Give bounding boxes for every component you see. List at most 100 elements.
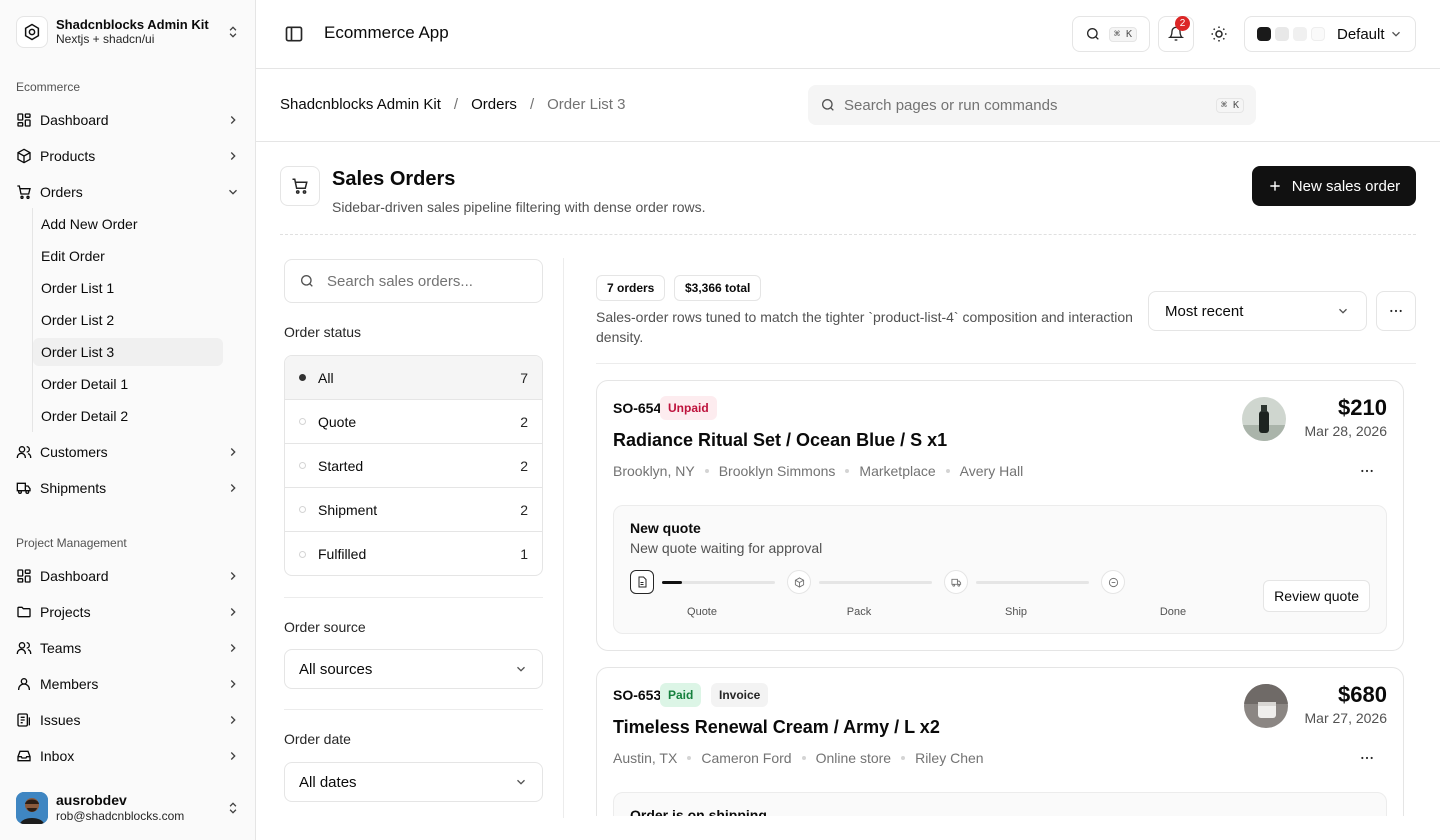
notifications-button[interactable]: 2 (1158, 16, 1194, 52)
meta-dot (687, 756, 692, 760)
sidebar-subitem-order-detail-2[interactable]: Order Detail 2 (33, 402, 223, 430)
users-icon (16, 640, 32, 656)
sidebar-item-customers[interactable]: Customers (8, 436, 248, 468)
app-title: Ecommerce App (324, 23, 449, 42)
sidebar-item-inbox[interactable]: Inbox (8, 740, 248, 772)
meta-dot (801, 756, 806, 760)
box-icon (16, 148, 32, 164)
sidebar-item-label: Members (40, 676, 99, 692)
search-icon (1085, 26, 1101, 42)
status-count: 2 (520, 457, 528, 474)
more-horizontal-icon[interactable] (1359, 750, 1375, 766)
sidebar-item-label: Projects (40, 604, 91, 620)
order-card[interactable]: SO-653 Paid Invoice Timeless Renewal Cre… (596, 667, 1404, 816)
breadcrumb-orders[interactable]: Orders (471, 96, 517, 113)
sidebar-item-members[interactable]: Members (8, 668, 248, 700)
header-divider (280, 234, 1416, 235)
status-filter-quote[interactable]: Quote 2 (285, 400, 542, 444)
chevron-right-icon (226, 113, 240, 127)
document-type-badge: Invoice (711, 683, 769, 707)
new-sales-order-label: New sales order (1291, 177, 1401, 195)
sidebar-subitem-order-list-2[interactable]: Order List 2 (33, 306, 223, 334)
new-sales-order-button[interactable]: New sales order (1252, 166, 1416, 206)
sidebar-item-pm-dashboard[interactable]: Dashboard (8, 560, 248, 592)
chevron-right-icon (226, 481, 240, 495)
sidebar-subitem-add-new-order[interactable]: Add New Order (33, 210, 223, 238)
team-switcher[interactable]: Shadcnblocks Admin Kit Nextjs + shadcn/u… (8, 8, 248, 56)
order-card[interactable]: SO-654 Unpaid Radiance Ritual Set / Ocea… (596, 380, 1404, 651)
step-label-done: Done (1159, 606, 1187, 618)
status-count: 1 (520, 546, 528, 562)
sales-order-search-placeholder: Search sales orders... (327, 272, 473, 290)
sidebar-subitem-order-detail-1[interactable]: Order Detail 1 (33, 370, 223, 398)
order-meta: Austin, TX Cameron Ford Online store Ril… (613, 750, 984, 766)
progress-title: Order is on shipping (630, 807, 767, 816)
order-list: SO-654 Unpaid Radiance Ritual Set / Ocea… (580, 364, 1440, 816)
progress-track-fill (662, 581, 683, 584)
command-search-input[interactable]: Search pages or run commands ⌘ K (808, 85, 1256, 125)
product-thumbnail (1244, 684, 1288, 728)
product-thumbnail (1242, 397, 1286, 441)
check-circle-icon (1108, 577, 1119, 588)
status-dot (299, 418, 306, 425)
status-filter-shipment[interactable]: Shipment 2 (285, 488, 542, 532)
order-channel: Online store (815, 750, 892, 766)
order-source-value: All sources (299, 660, 373, 678)
sidebar-subitem-order-list-3[interactable]: Order List 3 (33, 338, 223, 366)
sidebar-subitem-order-list-1[interactable]: Order List 1 (33, 274, 223, 302)
order-price: $210 (1338, 395, 1387, 420)
sidebar-item-label: Customers (40, 444, 108, 460)
search-button[interactable]: ⌘ K (1072, 16, 1150, 52)
order-id: SO-654 (613, 400, 662, 416)
sidebar-toggle-icon[interactable] (284, 24, 304, 44)
progress-subtitle: New quote waiting for approval (630, 540, 823, 556)
status-filter-fulfilled[interactable]: Fulfilled 1 (285, 532, 542, 575)
status-count: 2 (520, 501, 528, 518)
sidebar-item-products[interactable]: Products (8, 140, 248, 172)
progress-track (819, 581, 932, 584)
command-search-placeholder: Search pages or run commands (844, 96, 1058, 114)
user-menu[interactable]: ausrobdev rob@shadcnblocks.com (8, 784, 248, 832)
folder-icon (16, 604, 32, 620)
order-date-select[interactable]: All dates (284, 762, 543, 802)
order-source-select[interactable]: All sources (284, 649, 543, 689)
meta-dot (845, 469, 850, 473)
theme-select[interactable]: Default (1244, 16, 1416, 52)
chevron-right-icon (226, 641, 240, 655)
sun-icon[interactable] (1210, 25, 1228, 43)
sidebar-item-label: Issues (40, 712, 81, 728)
order-meta: Brooklyn, NY Brooklyn Simmons Marketplac… (613, 463, 1023, 479)
sidebar-item-dashboard[interactable]: Dashboard (8, 104, 248, 136)
sidebar-item-projects[interactable]: Projects (8, 596, 248, 628)
status-label: Started (318, 457, 364, 474)
chevron-down-icon (514, 775, 528, 789)
status-filter-started[interactable]: Started 2 (285, 444, 542, 488)
theme-label: Default (1337, 25, 1385, 43)
sidebar-item-orders[interactable]: Orders (8, 176, 248, 208)
status-filter-all[interactable]: All 7 (285, 356, 542, 400)
sidebar-item-issues[interactable]: Issues (8, 704, 248, 736)
order-date-label: Order date (284, 731, 351, 747)
sidebar-item-teams[interactable]: Teams (8, 632, 248, 664)
box-icon (794, 576, 805, 588)
more-horizontal-icon[interactable] (1359, 463, 1375, 479)
sidebar-subitem-edit-order[interactable]: Edit Order (33, 242, 223, 270)
sort-select[interactable]: Most recent (1148, 291, 1367, 331)
cart-icon (280, 166, 320, 206)
meta-dot (704, 469, 709, 473)
sales-order-search-input[interactable]: Search sales orders... (284, 259, 543, 303)
list-more-button[interactable] (1376, 291, 1416, 331)
chevron-down-icon (1336, 304, 1350, 318)
status-label: Quote (318, 413, 357, 430)
chevron-right-icon (226, 749, 240, 763)
order-customer: Cameron Ford (701, 750, 792, 766)
team-logo-icon (16, 16, 48, 48)
breadcrumb-root[interactable]: Shadcnblocks Admin Kit (280, 96, 441, 113)
breadcrumb-current: Order List 3 (547, 96, 626, 113)
user-icon (16, 676, 32, 692)
meta-dot (901, 756, 906, 760)
truck-icon (950, 577, 962, 588)
sidebar-item-shipments[interactable]: Shipments (8, 472, 248, 504)
review-quote-button[interactable]: Review quote (1263, 580, 1370, 612)
user-email: rob@shadcnblocks.com (56, 809, 185, 823)
